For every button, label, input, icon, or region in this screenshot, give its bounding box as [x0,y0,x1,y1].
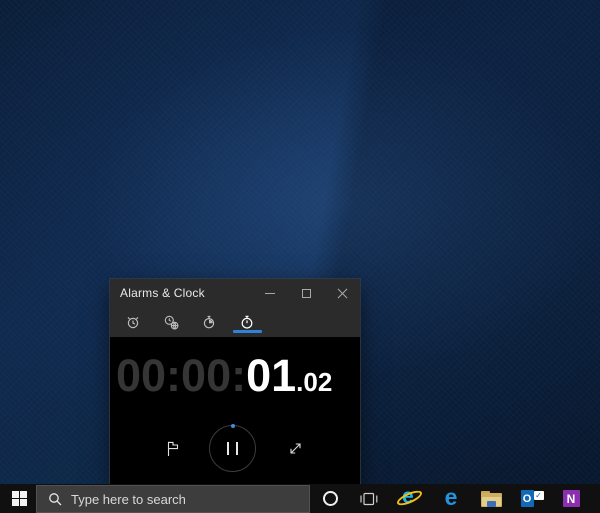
stopwatch-icon [239,314,255,330]
stopwatch-time: 00:00:01.02 [116,353,332,398]
onenote-icon: N [563,490,580,507]
cortana-icon [323,491,338,506]
search-placeholder: Type here to search [71,492,186,507]
taskbar-search-input[interactable]: Type here to search [36,485,310,513]
windows-logo-icon [12,491,27,506]
world-clock-icon [163,314,179,330]
file-explorer-button[interactable] [477,484,505,513]
cortana-button[interactable] [314,484,346,513]
alarm-icon [125,314,141,330]
internet-explorer-icon: e [398,488,422,510]
edge-icon: e [445,486,458,509]
tab-bar [110,307,360,337]
selected-tab-underline [233,330,262,333]
stopwatch-time-dim: 00:00: [116,350,246,401]
task-view-icon [359,491,379,507]
window-title: Alarms & Clock [110,286,252,300]
outlook-icon: O ✓ [521,490,544,507]
pause-icon [227,442,238,455]
outlook-button[interactable]: O ✓ [517,484,547,513]
timer-icon [201,314,217,330]
tab-timer[interactable] [194,307,224,337]
tab-stopwatch[interactable] [232,307,262,337]
tab-world-clock[interactable] [156,307,186,337]
edge-button[interactable]: e [437,484,465,513]
internet-explorer-button[interactable]: e [396,484,424,513]
maximize-icon [302,289,311,298]
minimize-icon [265,293,275,294]
taskbar: Type here to search e e O ✓ N [0,484,600,513]
window-controls [252,279,360,307]
progress-dot [231,424,235,428]
pause-button[interactable] [209,425,256,472]
search-icon [48,492,62,506]
alarms-clock-window: Alarms & Clock [110,279,360,484]
expand-button[interactable] [281,434,309,462]
task-view-button[interactable] [352,484,386,513]
minimize-button[interactable] [252,279,288,307]
stopwatch-panel: 00:00:01.02 [110,337,360,484]
file-explorer-icon [481,491,502,507]
lap-flag-button[interactable] [158,434,186,462]
close-icon [337,288,348,299]
expand-arrows-icon [287,440,304,457]
onenote-button[interactable]: N [557,484,585,513]
close-button[interactable] [324,279,360,307]
tab-alarm[interactable] [118,307,148,337]
stopwatch-time-main: 01 [246,350,296,401]
stopwatch-time-fraction: .02 [296,367,332,397]
flag-icon [164,439,181,457]
start-button[interactable] [2,484,36,513]
window-titlebar[interactable]: Alarms & Clock [110,279,360,307]
maximize-button[interactable] [288,279,324,307]
